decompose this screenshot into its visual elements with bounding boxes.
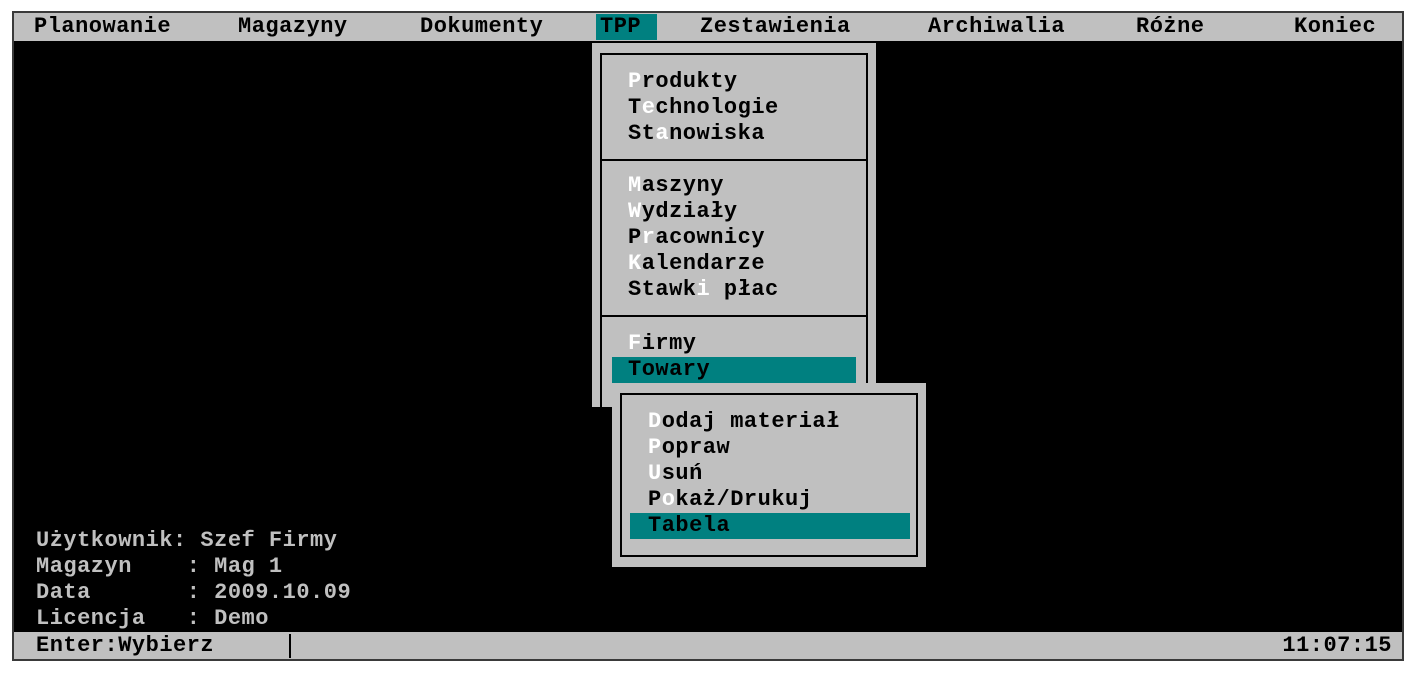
- status-bar: Enter:Wybierz 11:07:15: [14, 632, 1402, 659]
- info-warehouse: Magazyn : Mag 1: [36, 554, 283, 579]
- menu-option-technologie[interactable]: Technologie: [628, 95, 779, 121]
- option-label: chnologie: [655, 95, 779, 120]
- menu-rozne[interactable]: Różne: [1132, 14, 1209, 40]
- menu-separator: [602, 315, 866, 317]
- option-label: każ/Drukuj: [675, 487, 813, 512]
- menu-dokumenty[interactable]: Dokumenty: [416, 14, 547, 40]
- menu-option-maszyny[interactable]: Maszyny: [628, 173, 724, 199]
- hotkey-letter: a: [655, 121, 670, 146]
- towary-submenu: Dodaj materiał Popraw Usuń Pokaż/Drukuj …: [612, 383, 926, 567]
- menu-archiwalia[interactable]: Archiwalia: [924, 14, 1069, 40]
- hotkey-letter: F: [628, 331, 642, 356]
- option-label: opraw: [661, 435, 731, 460]
- submenu-option-tabela[interactable]: Tabela: [630, 513, 910, 539]
- hotkey-letter: K: [628, 251, 642, 276]
- menu-zestawienia[interactable]: Zestawienia: [696, 14, 855, 40]
- option-label: acownicy: [655, 225, 766, 250]
- option-label: P: [628, 225, 642, 250]
- dos-terminal-screen: Planowanie Magazyny Dokumenty TPP Zestaw…: [12, 11, 1404, 661]
- menu-option-pracownicy[interactable]: Pracownicy: [628, 225, 765, 251]
- text-cursor: [289, 634, 291, 658]
- submenu-option-pokaz-drukuj[interactable]: Pokaż/Drukuj: [648, 487, 812, 513]
- menu-option-stawki-plac[interactable]: Stawki płac: [628, 277, 779, 303]
- submenu-option-dodaj-material[interactable]: Dodaj materiał: [648, 409, 840, 435]
- menu-tpp[interactable]: TPP: [596, 14, 658, 40]
- tpp-dropdown-menu: Produkty Technologie Stanowiska Maszyny …: [592, 43, 876, 417]
- menu-option-wydzialy[interactable]: Wydziały: [628, 199, 738, 225]
- submenu-option-popraw[interactable]: Popraw: [648, 435, 730, 461]
- menu-option-kalendarze[interactable]: Kalendarze: [628, 251, 765, 277]
- option-label: Stawk: [628, 277, 697, 302]
- hotkey-letter: P: [628, 69, 642, 94]
- option-label: nowiska: [669, 121, 766, 146]
- hotkey-letter: i: [696, 277, 711, 302]
- hotkey-letter: e: [641, 95, 656, 120]
- option-label: płac: [710, 277, 779, 302]
- info-user: Użytkownik: Szef Firmy: [36, 528, 338, 553]
- option-label: irmy: [641, 331, 697, 356]
- menu-separator: [602, 159, 866, 161]
- hotkey-letter: P: [648, 435, 662, 460]
- option-label: ydziały: [641, 199, 738, 224]
- menu-option-towary[interactable]: Towary: [612, 357, 856, 383]
- status-clock: 11:07:15: [1282, 633, 1392, 658]
- hotkey-letter: M: [628, 173, 642, 198]
- option-label: T: [628, 95, 642, 120]
- status-hint: Enter:Wybierz: [36, 633, 215, 658]
- info-license: Licencja : Demo: [36, 606, 269, 631]
- hotkey-letter: r: [641, 225, 656, 250]
- option-label: suń: [661, 461, 703, 486]
- hotkey-letter: D: [648, 409, 662, 434]
- menu-magazyny[interactable]: Magazyny: [234, 14, 352, 40]
- option-label: rodukty: [641, 69, 738, 94]
- hotkey-letter: U: [648, 461, 662, 486]
- menu-option-stanowiska[interactable]: Stanowiska: [628, 121, 765, 147]
- hotkey-letter: W: [628, 199, 642, 224]
- info-date: Data : 2009.10.09: [36, 580, 352, 605]
- menu-koniec[interactable]: Koniec: [1290, 14, 1380, 40]
- hotkey-letter: o: [661, 487, 676, 512]
- menu-option-firmy[interactable]: Firmy: [628, 331, 697, 357]
- option-label: alendarze: [641, 251, 766, 276]
- menu-bar: Planowanie Magazyny Dokumenty TPP Zestaw…: [14, 13, 1402, 41]
- option-label: St: [628, 121, 656, 146]
- menu-planowanie[interactable]: Planowanie: [30, 14, 175, 40]
- menu-option-produkty[interactable]: Produkty: [628, 69, 738, 95]
- option-label: odaj materiał: [661, 409, 840, 434]
- submenu-option-usun[interactable]: Usuń: [648, 461, 703, 487]
- option-label: aszyny: [641, 173, 724, 198]
- option-label: P: [648, 487, 662, 512]
